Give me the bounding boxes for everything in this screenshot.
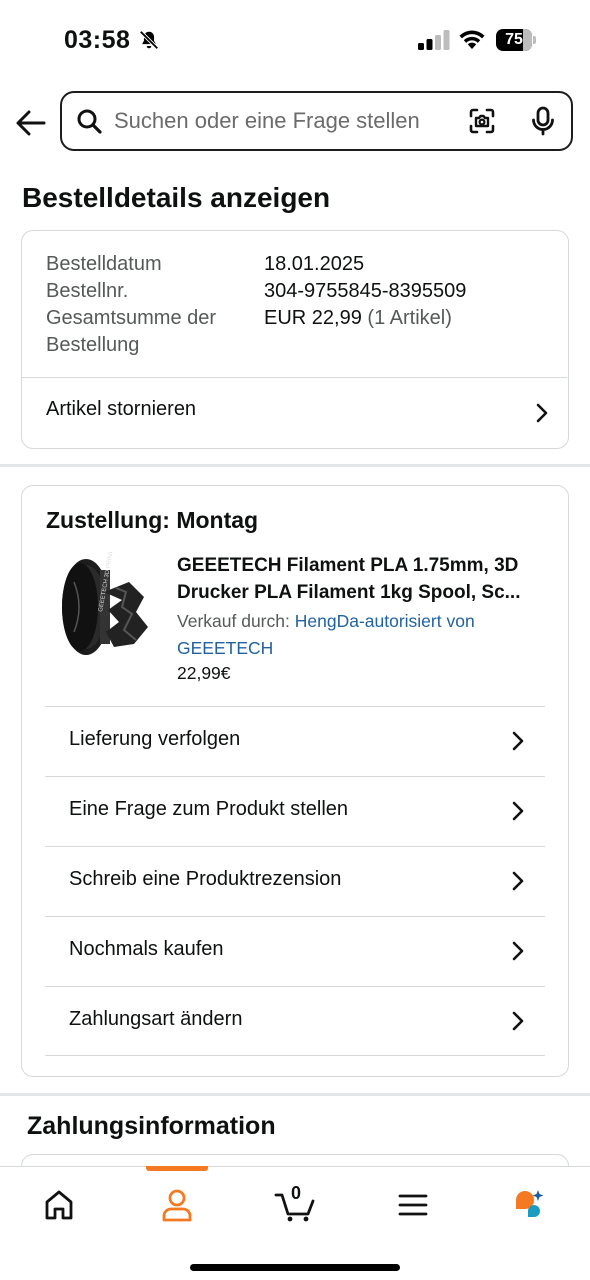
- track-package-row[interactable]: Lieferung verfolgen: [45, 706, 545, 776]
- cancel-items-row[interactable]: Artikel stornieren: [22, 378, 567, 448]
- buy-again-row[interactable]: Nochmals kaufen: [45, 916, 545, 986]
- order-number-value: 304-9755845-8395509: [264, 280, 467, 302]
- action-label: Eine Frage zum Produkt stellen: [69, 798, 349, 820]
- action-label: Nochmals kaufen: [69, 938, 224, 960]
- camera-scan-icon[interactable]: [468, 107, 496, 135]
- order-number-label: Bestellnr.: [46, 280, 129, 302]
- action-label: Zahlungsart ändern: [69, 1008, 243, 1030]
- order-summary-card: Bestelldatum 18.01.2025 Bestellnr. 304-9…: [21, 230, 569, 449]
- chevron-right-icon: [512, 801, 524, 821]
- action-label: Lieferung verfolgen: [69, 728, 241, 750]
- cart-button[interactable]: 0: [272, 1183, 322, 1223]
- status-bar: 03:58 75: [0, 0, 590, 80]
- write-review-row[interactable]: Schreib eine Produktrezension: [45, 846, 545, 916]
- order-total-label: Gesamtsumme der Bestellung: [46, 307, 217, 356]
- seller-link-continued[interactable]: GEEETECH: [177, 638, 273, 658]
- bell-muted-icon: [139, 30, 159, 50]
- account-icon[interactable]: [152, 1187, 202, 1223]
- payment-info-title: Zahlungsinformation: [27, 1112, 276, 1140]
- product-title-line-1: GEEETECH Filament PLA 1.75mm, 3D: [177, 555, 519, 576]
- chevron-right-icon: [512, 871, 524, 891]
- home-icon[interactable]: [34, 1187, 84, 1223]
- rufus-chat-icon[interactable]: [506, 1187, 556, 1223]
- order-date-label: Bestelldatum: [46, 253, 162, 275]
- delivery-title: Zustellung: Montag: [46, 507, 259, 533]
- home-indicator: [190, 1264, 400, 1271]
- sold-by-label: Verkauf durch:: [177, 611, 290, 631]
- change-payment-row[interactable]: Zahlungsart ändern: [45, 986, 545, 1056]
- delivery-actions-list: Lieferung verfolgen Eine Frage zum Produ…: [45, 706, 545, 1056]
- battery-indicator: 75: [496, 29, 536, 51]
- order-total-value: EUR 22,99 (1 Artikel): [264, 305, 452, 332]
- action-label: Schreib eine Produktrezension: [69, 868, 342, 890]
- menu-icon[interactable]: [388, 1187, 438, 1223]
- chevron-right-icon: [512, 941, 524, 961]
- product-price: 22,99€: [177, 663, 231, 683]
- order-item-count: (1 Artikel): [367, 307, 452, 329]
- wifi-icon: [459, 30, 485, 49]
- product-image-filament-spool[interactable]: GEEETECH 3D PRINTER: [44, 552, 154, 662]
- delivery-card: Zustellung: Montag GEEETECH 3D PRINTER G…: [21, 485, 569, 1077]
- chevron-right-icon: [536, 403, 548, 423]
- search-icon: [77, 109, 102, 134]
- microphone-icon[interactable]: [530, 106, 556, 136]
- order-total-amount: EUR 22,99: [264, 307, 362, 329]
- battery-cap: [533, 36, 536, 44]
- status-time: 03:58: [64, 26, 131, 54]
- search-bar[interactable]: [60, 91, 573, 151]
- ask-product-question-row[interactable]: Eine Frage zum Produkt stellen: [45, 776, 545, 846]
- search-input[interactable]: [114, 107, 459, 135]
- section-separator: [0, 464, 590, 467]
- back-arrow-icon[interactable]: [14, 106, 48, 140]
- chevron-right-icon: [512, 1011, 524, 1031]
- seller-link[interactable]: HengDa-autorisiert von: [295, 611, 475, 631]
- active-tab-indicator: [146, 1166, 208, 1171]
- sold-by-info: Verkauf durch: HengDa-autorisiert von GE…: [177, 608, 549, 662]
- cancel-items-label: Artikel stornieren: [46, 398, 197, 420]
- signal-icon: [418, 30, 450, 50]
- product-title[interactable]: GEEETECH Filament PLA 1.75mm, 3D Drucker…: [177, 552, 549, 606]
- chevron-right-icon: [512, 731, 524, 751]
- bottom-nav: 0: [0, 1166, 590, 1280]
- order-date-value: 18.01.2025: [264, 253, 365, 275]
- page-title: Bestelldetails anzeigen: [22, 182, 331, 213]
- battery-level: 75: [505, 31, 523, 48]
- product-title-line-2: Drucker PLA Filament 1kg Spool, Sc...: [177, 582, 521, 603]
- cart-count: 0: [291, 1183, 302, 1203]
- section-separator: [0, 1093, 590, 1096]
